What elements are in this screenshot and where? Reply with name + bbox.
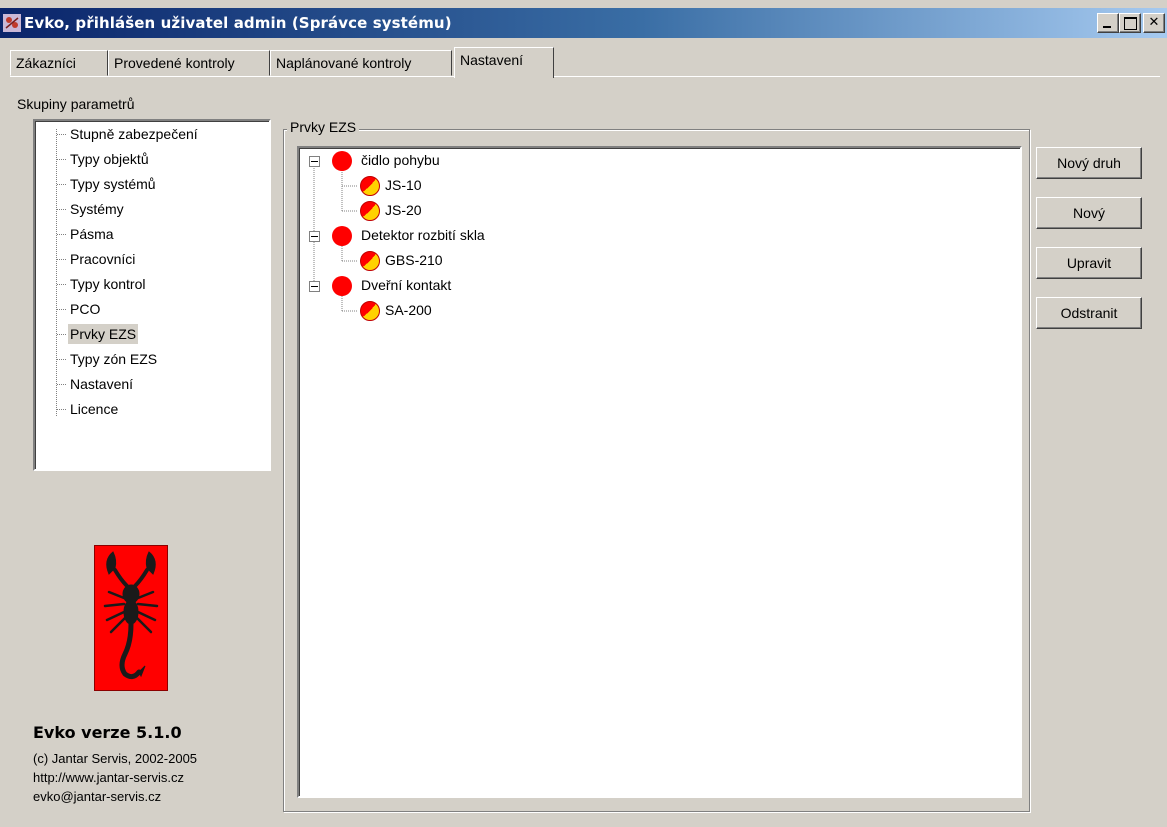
tree-item-typy-objektu[interactable]: Typy objektů xyxy=(68,149,151,169)
tree-line xyxy=(57,234,66,235)
app-version: Evko verze 5.1.0 xyxy=(33,723,182,742)
tree-line xyxy=(57,259,66,260)
tree-item-stupne-zabezpeceni[interactable]: Stupně zabezpečení xyxy=(68,124,200,144)
sensor-icon xyxy=(360,201,380,221)
tree-node-gbs-210[interactable]: GBS-210 xyxy=(385,252,443,268)
tree-item-pasma[interactable]: Pásma xyxy=(68,224,116,244)
window-controls: ✕ xyxy=(1097,13,1165,33)
close-button[interactable]: ✕ xyxy=(1143,13,1165,33)
sensor-group-icon xyxy=(332,276,352,296)
tree-node-dverni-kontakt[interactable]: Dveřní kontakt xyxy=(361,277,451,293)
tree-line xyxy=(57,409,66,410)
tree-line xyxy=(56,129,57,417)
new-button[interactable]: Nový xyxy=(1036,197,1142,229)
tree-item-nastaveni[interactable]: Nastavení xyxy=(68,374,135,394)
tree-line xyxy=(57,184,66,185)
collapse-toggle[interactable] xyxy=(309,156,320,167)
new-type-button[interactable]: Nový druh xyxy=(1036,147,1142,179)
tab-panel-border xyxy=(10,76,1160,78)
tree-node-sa-200[interactable]: SA-200 xyxy=(385,302,432,318)
app-window: Evko, přihlášen uživatel admin (Správce … xyxy=(0,0,1167,827)
tree-node-js-10[interactable]: JS-10 xyxy=(385,177,422,193)
tree-line xyxy=(57,384,66,385)
remove-button[interactable]: Odstranit xyxy=(1036,297,1142,329)
tree-line xyxy=(57,159,66,160)
tree-line xyxy=(57,134,66,135)
tree-node-cidlo-pohybu[interactable]: čidlo pohybu xyxy=(361,152,440,168)
email-link[interactable]: evko@jantar-servis.cz xyxy=(33,789,161,804)
minimize-button[interactable] xyxy=(1097,13,1119,33)
sensor-icon xyxy=(360,176,380,196)
parameter-groups-tree[interactable]: Stupně zabezpečení Typy objektů Typy sys… xyxy=(33,119,271,471)
tree-item-licence[interactable]: Licence xyxy=(68,399,120,419)
tab-zakaznici[interactable]: Zákazníci xyxy=(10,50,108,76)
parameter-groups-label: Skupiny parametrů xyxy=(17,96,135,112)
tree-item-typy-systemu[interactable]: Typy systémů xyxy=(68,174,158,194)
scorpion-logo xyxy=(94,545,168,691)
window-title: Evko, přihlášen uživatel admin (Správce … xyxy=(24,14,452,32)
tree-line xyxy=(57,284,66,285)
tree-item-pracovnici[interactable]: Pracovníci xyxy=(68,249,137,269)
tab-nastaveni[interactable]: Nastavení xyxy=(454,47,554,78)
tree-line xyxy=(57,359,66,360)
copyright-text: (c) Jantar Servis, 2002-2005 xyxy=(33,751,198,766)
website-link[interactable]: http://www.jantar-servis.cz xyxy=(33,770,184,785)
collapse-toggle[interactable] xyxy=(309,231,320,242)
edit-button[interactable]: Upravit xyxy=(1036,247,1142,279)
collapse-toggle[interactable] xyxy=(309,281,320,292)
tree-node-detektor-rozbiti-skla[interactable]: Detektor rozbití skla xyxy=(361,227,485,243)
tree-item-typy-kontrol[interactable]: Typy kontrol xyxy=(68,274,147,294)
sensor-group-icon xyxy=(332,226,352,246)
tree-line xyxy=(57,309,66,310)
title-bar[interactable]: Evko, přihlášen uživatel admin (Správce … xyxy=(0,8,1167,38)
tab-naplanovane-kontroly[interactable]: Naplánované kontroly xyxy=(270,50,452,76)
sensor-group-icon xyxy=(332,151,352,171)
tree-line xyxy=(57,209,66,210)
tree-item-typy-zon-ezs[interactable]: Typy zón EZS xyxy=(68,349,159,369)
app-scorpion-icon xyxy=(3,14,21,32)
sensor-icon xyxy=(360,251,380,271)
tab-provedene-kontroly[interactable]: Provedené kontroly xyxy=(108,50,270,76)
tree-node-js-20[interactable]: JS-20 xyxy=(385,202,422,218)
elements-groupbox-title: Prvky EZS xyxy=(287,119,360,135)
tree-item-systemy[interactable]: Systémy xyxy=(68,199,126,219)
elements-tree[interactable]: čidlo pohybu JS-10 JS-20 Detektor rozbit… xyxy=(297,146,1022,798)
scorpion-icon xyxy=(103,551,159,680)
tree-item-pco[interactable]: PCO xyxy=(68,299,102,319)
tree-line xyxy=(57,334,66,335)
sensor-icon xyxy=(360,301,380,321)
maximize-button[interactable] xyxy=(1119,13,1141,33)
tree-item-prvky-ezs[interactable]: Prvky EZS xyxy=(68,324,139,344)
